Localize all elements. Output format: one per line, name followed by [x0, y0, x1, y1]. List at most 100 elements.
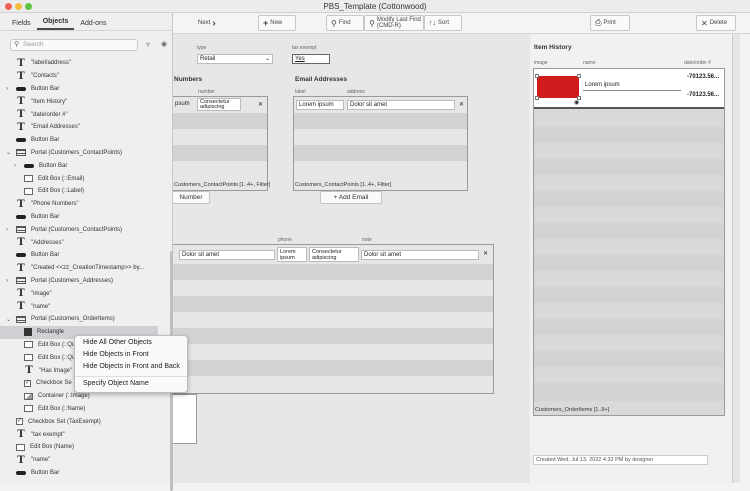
object-list-label: Portal (Customers_OrderItems) [31, 316, 115, 323]
toolbar: Next › + New ⚲ Find ⚲ Modify Last Find (CMD-R… [172, 13, 750, 34]
checkbox-icon: ✓ [24, 379, 31, 387]
menu-item-hide-in-front[interactable]: Hide Objects in Front [75, 350, 187, 362]
new-label: New [270, 20, 283, 26]
portal-row [173, 264, 493, 280]
layout-scrollbar[interactable] [732, 34, 740, 483]
resize-handle[interactable] [535, 96, 539, 100]
minimize-window-button[interactable] [15, 3, 22, 10]
object-list-item[interactable]: T "name" [0, 300, 158, 313]
button-bar-icon [16, 138, 26, 143]
new-record-button[interactable]: + New [258, 15, 296, 31]
tab-objects[interactable]: Objects [36, 15, 75, 30]
tax-exempt-field[interactable]: Yes [292, 54, 330, 64]
tab-fields[interactable]: Fields [6, 17, 37, 30]
object-list-item[interactable]: › Button Bar [0, 159, 158, 172]
menu-item-hide-all-other[interactable]: Hide All Other Objects [75, 338, 187, 350]
delete-button[interactable]: ✕ Delete [696, 15, 736, 31]
button-bar-icon [16, 86, 26, 91]
object-list-item[interactable]: T "Phone Numbers" [0, 198, 158, 211]
layout-canvas[interactable]: type Retail ⌄ tax exempt Yes Numbers numb… [172, 34, 740, 483]
find-button[interactable]: ⚲ Find [326, 15, 364, 31]
item-history-portal[interactable]: ◉ Lorem ipsum -70123.56... -70123.56... … [533, 68, 725, 416]
object-list-item[interactable]: › Portal (Customers_ContactPoints) [0, 223, 158, 236]
portal-row [534, 127, 724, 143]
object-list-item[interactable]: › Portal (Customers_Addresses) [0, 275, 158, 288]
disclosure-closed-icon[interactable]: › [6, 227, 8, 233]
text-icon: T [25, 365, 33, 377]
object-list-label: Edit Box (::Qu [38, 354, 76, 361]
object-list-item[interactable]: › Button Bar [0, 83, 158, 96]
text-icon: T [17, 57, 25, 69]
objects-sidebar: Fields Objects Add-ons ⚲ Search ▿ ◉ T "la… [0, 13, 173, 491]
object-list-label: "name" [31, 457, 51, 464]
object-list-item[interactable]: Edit Box (::Email) [0, 172, 158, 185]
object-list-item[interactable]: Button Bar [0, 134, 158, 147]
object-list-item[interactable]: Edit Box (::Name) [0, 403, 158, 416]
filter-icon[interactable]: ▿ [146, 40, 150, 49]
add-number-button[interactable]: Number [172, 191, 210, 204]
eye-icon[interactable]: ◉ [161, 40, 167, 48]
object-list-item[interactable]: Edit Box (Name) [0, 441, 158, 454]
portal-row [173, 145, 267, 161]
object-list-item[interactable]: T "label/address" [0, 57, 158, 70]
edit-box-icon [16, 443, 25, 451]
resize-handle[interactable] [535, 74, 539, 78]
email-portal[interactable]: Lorem ipsum Dolor sit amet ✕ Customers_C… [293, 96, 468, 191]
next-record-button[interactable]: Next › [194, 15, 230, 31]
print-button[interactable]: ⎙ Print [590, 15, 630, 31]
close-window-button[interactable] [5, 3, 12, 10]
email-row-label: Lorem ipsum [296, 100, 344, 110]
sort-button[interactable]: ↑↓ Sort [424, 15, 462, 31]
object-list-item[interactable]: ⌄ Portal (Customers_ContactPoints) [0, 147, 158, 160]
menu-item-specify-name[interactable]: Specify Object Name [75, 379, 187, 391]
object-list-item[interactable]: ⌄ Portal (Customers_OrderItems) [0, 313, 158, 326]
menu-item-hide-front-back[interactable]: Hide Objects in Front and Back [75, 362, 187, 374]
object-list-item[interactable]: T "Email Addresses" [0, 121, 158, 134]
object-list-item[interactable]: ✓ Checkbox Set (TaxExempt) [0, 415, 158, 428]
object-list-item[interactable]: T "name" [0, 454, 158, 467]
created-timestamp: Created Wed, Jul 13, 2022 4:32 PM by des… [533, 455, 708, 465]
type-field[interactable]: Retail ⌄ [197, 54, 273, 64]
disclosure-open-icon[interactable]: ⌄ [6, 149, 11, 156]
object-list-item[interactable]: Edit Box (::Label) [0, 185, 158, 198]
zoom-window-button[interactable] [25, 3, 32, 10]
delete-row-icon[interactable]: ✕ [483, 250, 488, 257]
addresses-portal[interactable]: Dolor sit amet Lorem ipsum Consectetur a… [172, 244, 494, 394]
object-list-label: Button Bar [39, 162, 68, 169]
object-list-item[interactable]: T "Created <<zz_CreationTimestamp>> by... [0, 262, 158, 275]
object-list-item[interactable]: Button Bar [0, 211, 158, 224]
phone-portal[interactable]: psum Consectetur adipiscing ✕ Customers_… [172, 96, 270, 191]
delete-row-icon[interactable]: ✕ [459, 101, 464, 108]
object-list-item[interactable]: T "Addresses" [0, 236, 158, 249]
object-list-item[interactable]: T "Contacts" [0, 70, 158, 83]
tab-add-ons[interactable]: Add-ons [74, 17, 112, 30]
item-history-name-col: name [583, 60, 596, 66]
address-row-b: Lorem ipsum [277, 247, 307, 262]
object-list-item[interactable]: T "image" [0, 287, 158, 300]
portal-icon [16, 277, 26, 285]
object-list-item[interactable]: T "date/order #" [0, 108, 158, 121]
disclosure-closed-icon[interactable]: › [14, 163, 16, 169]
selected-rectangle[interactable] [537, 76, 579, 98]
text-icon: T [17, 109, 25, 121]
add-email-button[interactable]: + Add Email [320, 191, 382, 204]
rectangle-icon [24, 328, 32, 337]
modify-last-find-button[interactable]: ⚲ Modify Last Find (CMD-R) [364, 15, 424, 31]
search-input[interactable]: ⚲ Search [10, 39, 138, 51]
object-list-label: Button Bar [31, 85, 60, 92]
window-title-bar: PBS_Template (Cottonwood) [0, 0, 750, 13]
object-list-item[interactable]: Button Bar [0, 249, 158, 262]
disclosure-open-icon[interactable]: ⌄ [6, 316, 11, 323]
resize-handle[interactable] [577, 74, 581, 78]
text-icon: T [17, 96, 25, 108]
object-list-item[interactable]: T "Item History" [0, 95, 158, 108]
object-list-item[interactable]: Button Bar [0, 467, 158, 480]
item-history-num2: -70123.56... [685, 91, 723, 101]
object-list-item[interactable]: T "tax exempt" [0, 428, 158, 441]
delete-row-icon[interactable]: ✕ [258, 101, 263, 108]
checkbox-icon: ✓ [16, 418, 23, 426]
disclosure-closed-icon[interactable]: › [6, 86, 8, 92]
chevron-down-icon: ⌄ [264, 56, 270, 62]
disclosure-closed-icon[interactable]: › [6, 278, 8, 284]
object-list-label: Button Bar [31, 213, 60, 220]
